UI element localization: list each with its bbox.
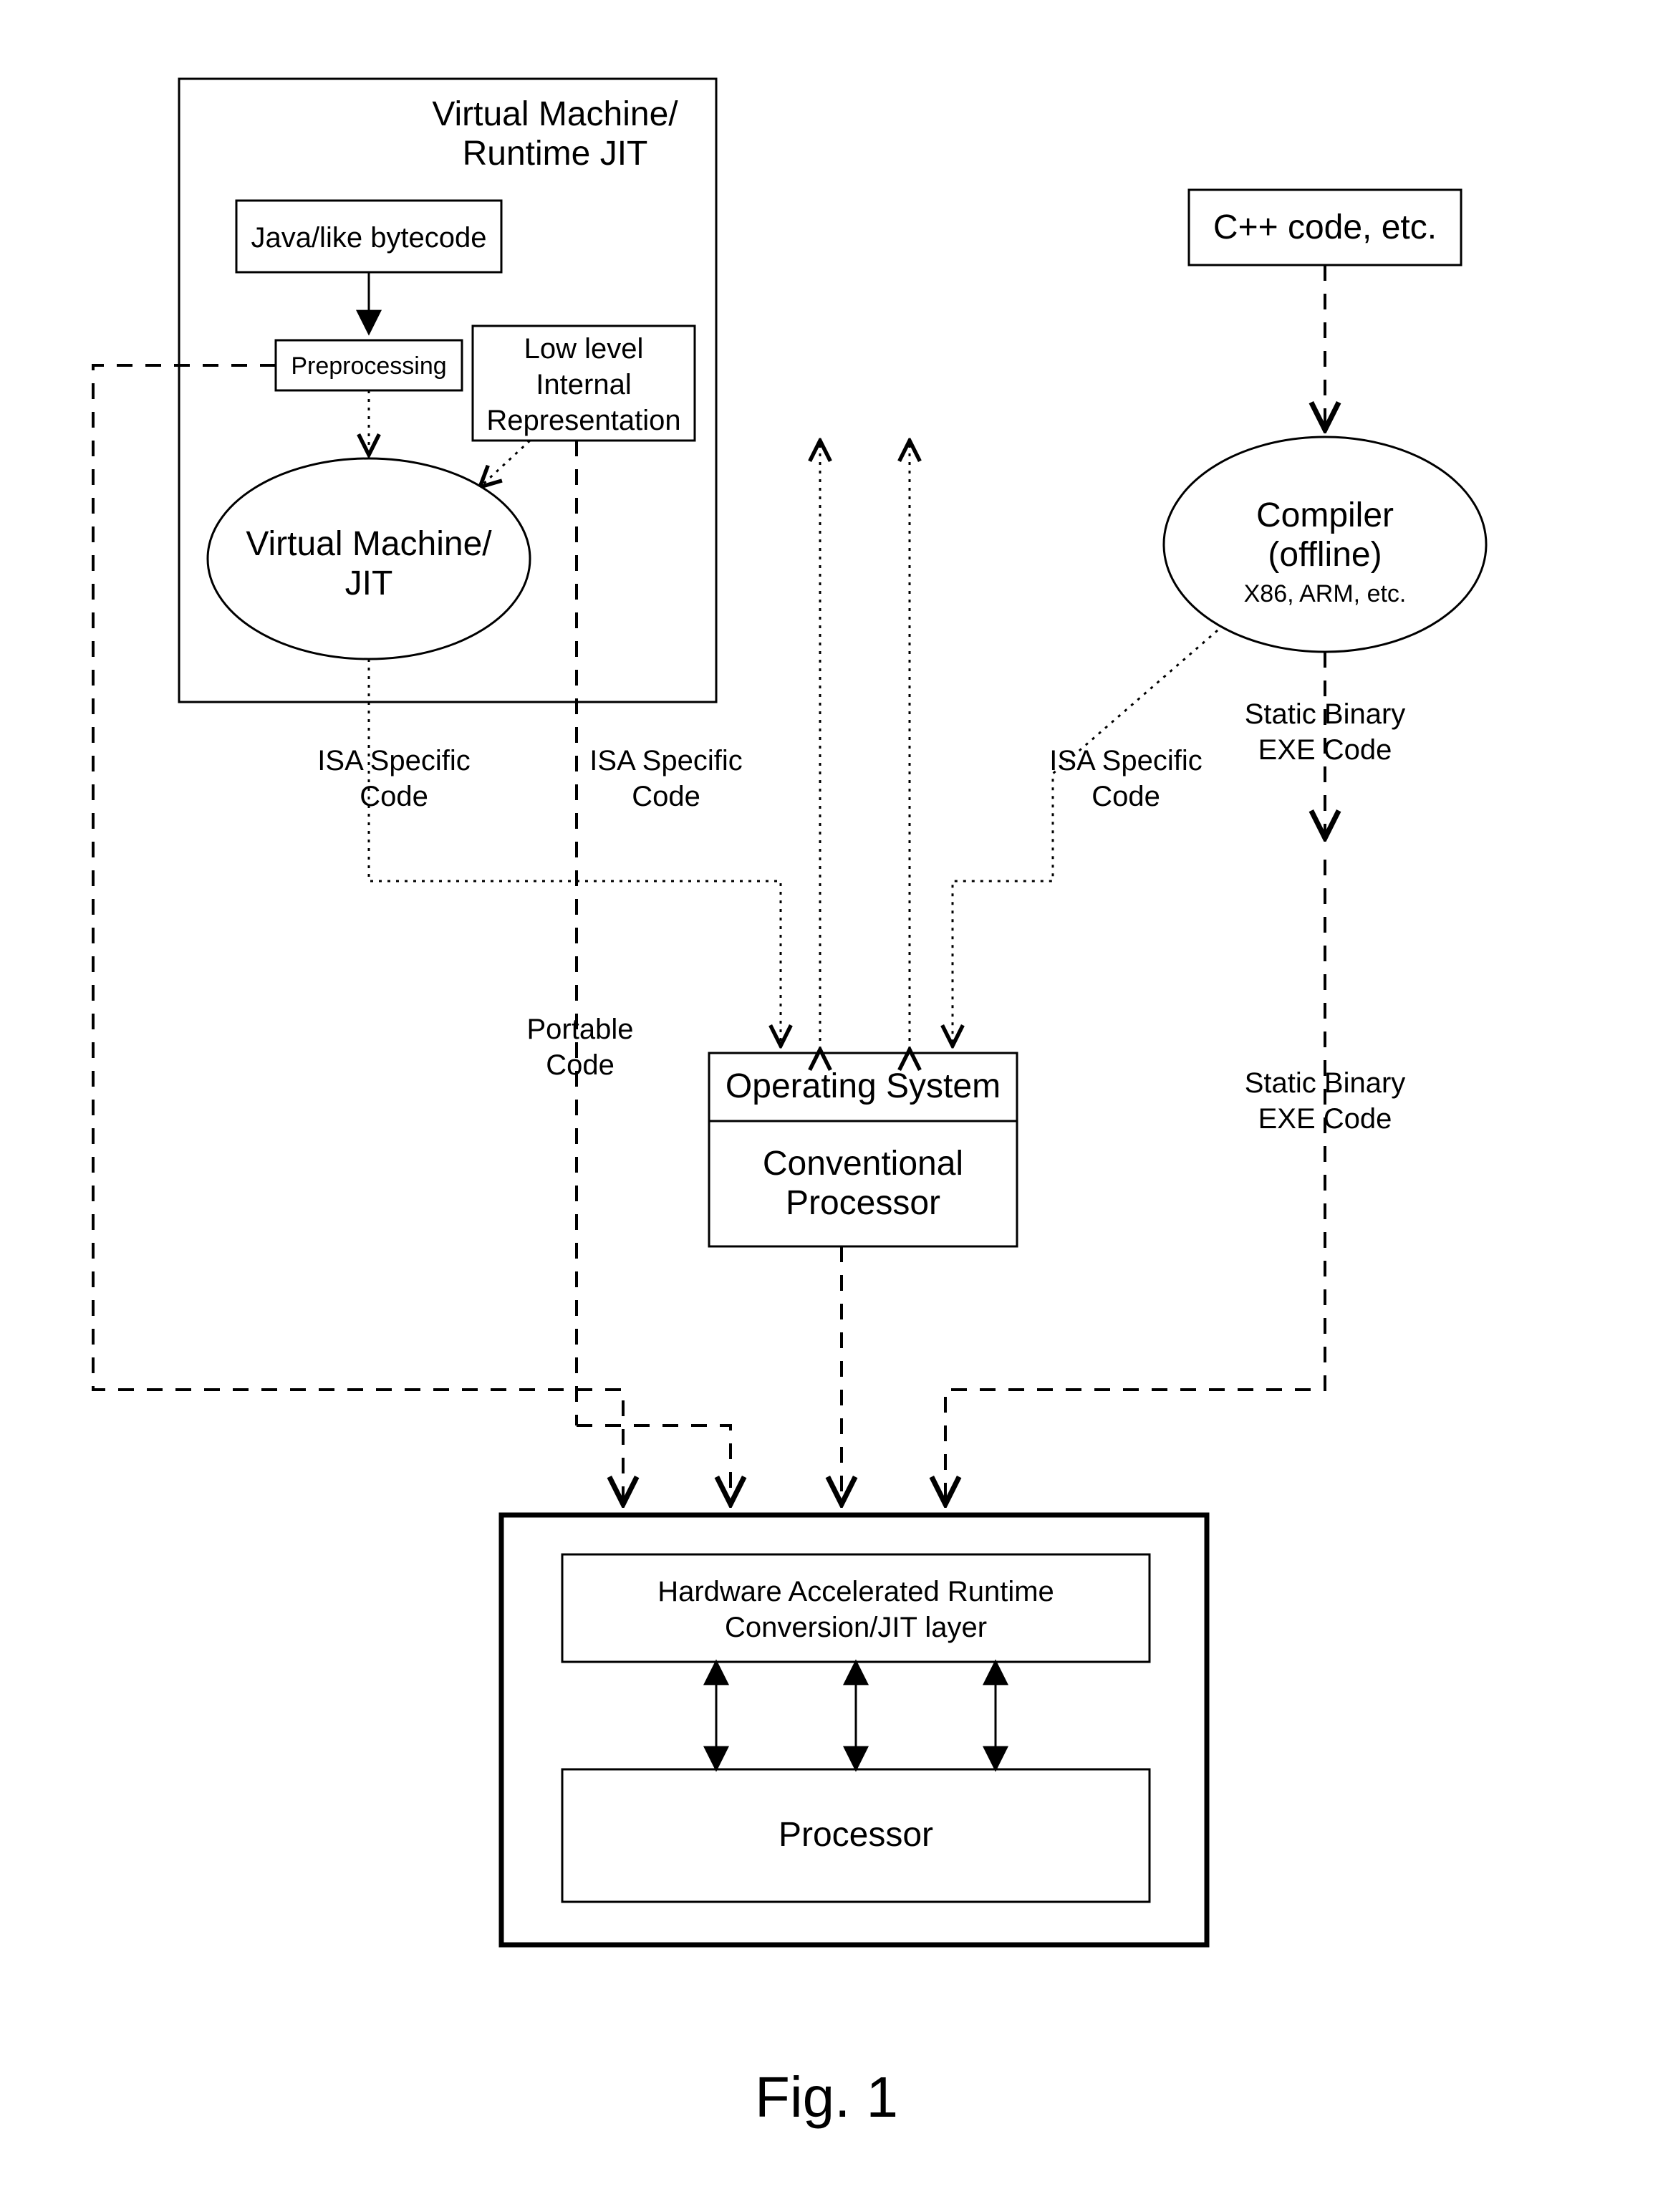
hw-jit-2: Conversion/JIT layer (725, 1612, 987, 1643)
preprocessing-label: Preprocessing (291, 352, 446, 380)
hw-jit-box (562, 1554, 1150, 1662)
isa-right-1: ISA Specific (1049, 745, 1202, 776)
isa-mid-1: ISA Specific (589, 745, 742, 776)
conv-2: Processor (786, 1184, 940, 1222)
portable-1: Portable (527, 1014, 634, 1045)
edge-portable-hw-2 (577, 1425, 731, 1504)
figure-label: Fig. 1 (755, 2065, 898, 2129)
portable-2: Code (546, 1049, 615, 1081)
lowlevel-ir-1: Low level (524, 333, 644, 365)
hw-processor-label: Processor (779, 1816, 933, 1854)
compiler-1: Compiler (1256, 496, 1394, 534)
isa-left-1: ISA Specific (317, 745, 470, 776)
vm-title-1: Virtual Machine/ (432, 95, 678, 133)
isa-mid-2: Code (632, 781, 700, 812)
lowlevel-ir-2: Internal (536, 369, 631, 400)
static-1b: EXE Code (1258, 734, 1392, 766)
vm-jit-1: Virtual Machine/ (246, 525, 492, 563)
isa-right-2: Code (1091, 781, 1160, 812)
lowlevel-ir-3: Representation (486, 405, 680, 436)
hw-jit-1: Hardware Accelerated Runtime (657, 1576, 1054, 1607)
conv-1: Conventional (763, 1145, 963, 1183)
compiler-2: (offline) (1268, 536, 1382, 574)
cpp-label: C++ code, etc. (1213, 208, 1437, 246)
edge-compiler-os (953, 630, 1218, 1046)
java-bytecode-label: Java/like bytecode (251, 222, 486, 254)
compiler-3: X86, ARM, etc. (1244, 580, 1407, 607)
vm-jit-2: JIT (345, 564, 393, 602)
edge-vmjit-os-left (369, 659, 781, 1046)
os-label: Operating System (726, 1067, 1001, 1105)
isa-left-2: Code (360, 781, 428, 812)
static-1a: Static Binary (1245, 698, 1406, 730)
vm-title-2: Runtime JIT (463, 135, 648, 173)
